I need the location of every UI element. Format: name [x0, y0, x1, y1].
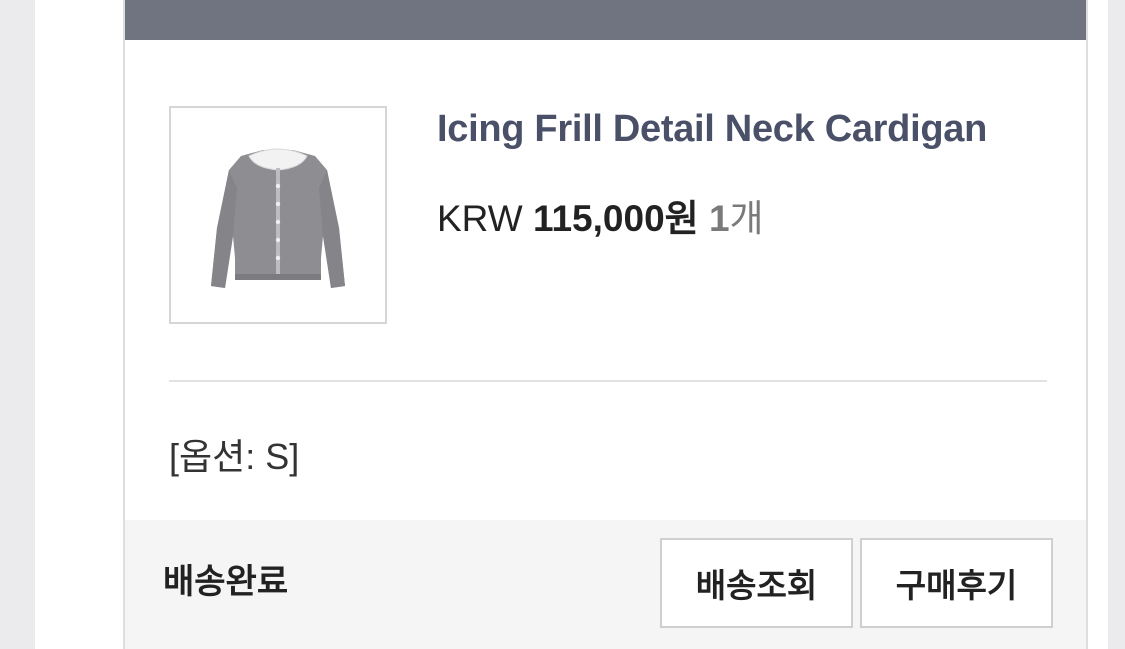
quantity-unit: 개 [729, 198, 764, 239]
cardigan-image [211, 148, 345, 288]
divider [169, 380, 1047, 382]
product-thumbnail[interactable] [169, 106, 387, 324]
order-item-card: Icing Frill Detail Neck Cardigan KRW 115… [123, 0, 1088, 649]
price-amount: 115,000원 [532, 198, 699, 239]
price-currency: KRW [437, 198, 523, 239]
quantity-value: 1 [708, 198, 730, 239]
write-review-button[interactable]: 구매후기 [860, 538, 1053, 628]
product-name[interactable]: Icing Frill Detail Neck Cardigan [437, 108, 987, 151]
delivery-status: 배송완료 [163, 563, 289, 601]
card-header-bar [125, 0, 1086, 40]
track-delivery-button[interactable]: 배송조회 [660, 538, 853, 628]
option-text: [옵션: S] [169, 436, 300, 477]
order-footer: 배송완료 배송조회 구매후기 [125, 520, 1086, 649]
price-row: KRW 115,000원 1개 [437, 188, 764, 242]
page-background: Icing Frill Detail Neck Cardigan KRW 115… [35, 0, 1108, 649]
